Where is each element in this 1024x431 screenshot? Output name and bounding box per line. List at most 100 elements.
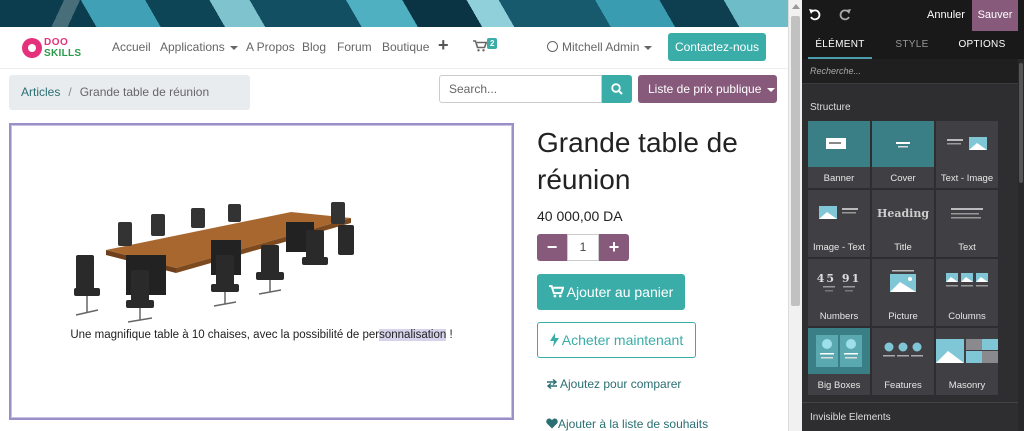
cart-icon[interactable]: [473, 40, 487, 52]
masonry-thumbnail-icon: [936, 328, 998, 374]
nav-item-a-propos[interactable]: A Propos: [246, 40, 295, 54]
product-image-container[interactable]: Une magnifique table à 10 chaises, avec …: [9, 123, 514, 420]
breadcrumb-current: Grande table de réunion: [79, 85, 210, 99]
conference-table-image: [74, 202, 354, 323]
add-page-icon[interactable]: +: [438, 35, 449, 56]
snippet-search-input[interactable]: Recherche...: [802, 59, 1024, 84]
chevron-down-icon: [644, 45, 653, 50]
quantity-decrease-button[interactable]: −: [537, 234, 567, 261]
caption-text: Une magnifique table à 10 chaises, avec …: [70, 329, 380, 341]
title-thumbnail-text: Heading: [876, 206, 930, 220]
user-avatar-icon: [547, 41, 558, 52]
navbar: DOO SKILLS Accueil Applications A Propos…: [0, 27, 788, 69]
snippet-image-text[interactable]: Image - Text: [808, 190, 870, 257]
buy-now-button[interactable]: Acheter maintenant: [537, 322, 696, 358]
tab-element[interactable]: ÉLÉMENT: [808, 31, 872, 59]
snippet-label: Picture: [888, 311, 918, 322]
nav-item-blog[interactable]: Blog: [302, 40, 326, 54]
snippet-big-boxes[interactable]: Big Boxes: [808, 328, 870, 395]
features-thumbnail-icon: [872, 328, 934, 374]
bolt-icon: [549, 333, 559, 347]
snippet-label: Masonry: [948, 380, 986, 391]
section-divider: [802, 402, 1018, 403]
snippet-label: Features: [884, 380, 922, 391]
nav-item-applications[interactable]: Applications: [160, 40, 238, 54]
add-to-cart-button[interactable]: Ajouter au panier: [537, 274, 685, 310]
logo-circle-icon: [22, 38, 42, 58]
logo-text-top: DOO: [44, 37, 69, 48]
caption-text-end: !: [446, 329, 453, 341]
add-to-cart-label: Ajouter au panier: [566, 284, 674, 300]
snippet-text-image[interactable]: Text - Image: [936, 121, 998, 188]
exchange-icon: [546, 378, 558, 390]
website-preview: DOO SKILLS Accueil Applications A Propos…: [0, 0, 788, 431]
snippet-cover[interactable]: Cover: [872, 121, 934, 188]
breadcrumb: Articles / Grande table de réunion: [9, 75, 250, 110]
snippet-banner[interactable]: Banner: [808, 121, 870, 188]
nav-item-label: Applications: [160, 40, 225, 54]
product-price: 40 000,00 DA: [537, 208, 623, 224]
quantity-input[interactable]: 1: [567, 234, 599, 261]
contact-us-button[interactable]: Contactez-nous: [668, 33, 766, 61]
compare-link[interactable]: Ajoutez pour comparer: [546, 377, 681, 391]
scroll-up-arrow-icon[interactable]: [792, 4, 800, 9]
tab-options[interactable]: OPTIONS: [950, 31, 1014, 59]
snippet-label: Image - Text: [812, 242, 866, 253]
quantity-increase-button[interactable]: +: [599, 234, 629, 261]
columns-thumbnail-icon: [936, 259, 998, 305]
search-icon: [611, 83, 623, 95]
snippet-label: Numbers: [819, 311, 859, 322]
snippet-picture[interactable]: Picture: [872, 259, 934, 326]
snippet-label: Cover: [890, 173, 916, 184]
heart-icon: [546, 418, 558, 429]
product-description[interactable]: Une magnifique table à 10 chaises, avec …: [11, 329, 512, 341]
section-title-invisible-elements: Invisible Elements: [810, 412, 891, 423]
snippet-columns[interactable]: Columns: [936, 259, 998, 326]
snippet-title[interactable]: Heading Title: [872, 190, 934, 257]
numbers-thumbnail-values: 45 91: [817, 272, 861, 285]
image-text-thumbnail-icon: [808, 190, 870, 236]
website-editor-panel: Annuler Sauver ÉLÉMENT STYLE OPTIONS Rec…: [802, 0, 1024, 431]
editor-scrollbar-thumb[interactable]: [1019, 63, 1023, 183]
buy-now-label: Acheter maintenant: [561, 332, 684, 348]
text-thumbnail-icon: [936, 190, 998, 236]
user-menu[interactable]: Mitchell Admin: [547, 40, 653, 54]
cart-icon: [548, 285, 565, 298]
editor-scrollbar[interactable]: [1018, 59, 1024, 431]
tab-style[interactable]: STYLE: [880, 31, 944, 59]
banner-thumbnail-icon: [808, 121, 870, 167]
breadcrumb-separator: /: [68, 85, 72, 99]
pricelist-dropdown[interactable]: Liste de prix publique: [638, 75, 777, 103]
numbers-thumbnail-icon: 45 91: [808, 259, 870, 305]
cover-thumbnail-icon: [872, 121, 934, 167]
snippet-masonry[interactable]: Masonry: [936, 328, 998, 395]
nav-item-boutique[interactable]: Boutique: [382, 40, 429, 54]
search-button[interactable]: [602, 75, 632, 103]
snippet-numbers[interactable]: 45 91 Numbers: [808, 259, 870, 326]
snippet-features[interactable]: Features: [872, 328, 934, 395]
undo-icon[interactable]: [808, 8, 822, 22]
header-banner-image: [0, 0, 788, 27]
wishlist-link[interactable]: Ajouter à la liste de souhaits: [546, 417, 708, 431]
search-input[interactable]: Search...: [439, 75, 602, 103]
picture-thumbnail-icon: [872, 259, 934, 305]
editor-tabs: ÉLÉMENT STYLE OPTIONS: [802, 31, 1024, 59]
chevron-down-icon: [229, 45, 238, 50]
user-name: Mitchell Admin: [562, 40, 640, 54]
site-logo[interactable]: DOO SKILLS: [22, 35, 84, 61]
page-scrollbar[interactable]: [788, 0, 802, 431]
nav-item-accueil[interactable]: Accueil: [112, 40, 151, 54]
scrollbar-thumb[interactable]: [791, 16, 800, 306]
snippet-label: Columns: [948, 311, 986, 322]
snippet-text[interactable]: Text: [936, 190, 998, 257]
save-button[interactable]: Sauver: [972, 0, 1018, 31]
snippet-label: Text - Image: [940, 173, 994, 184]
nav-item-forum[interactable]: Forum: [337, 40, 372, 54]
chevron-down-icon: [767, 87, 776, 92]
snippet-label: Text: [958, 242, 976, 253]
big-boxes-thumbnail-icon: [808, 328, 870, 374]
cancel-button[interactable]: Annuler: [920, 0, 972, 31]
cart-count-badge: 2: [487, 38, 498, 49]
breadcrumb-parent-link[interactable]: Articles: [21, 85, 60, 99]
redo-icon[interactable]: [838, 8, 852, 22]
